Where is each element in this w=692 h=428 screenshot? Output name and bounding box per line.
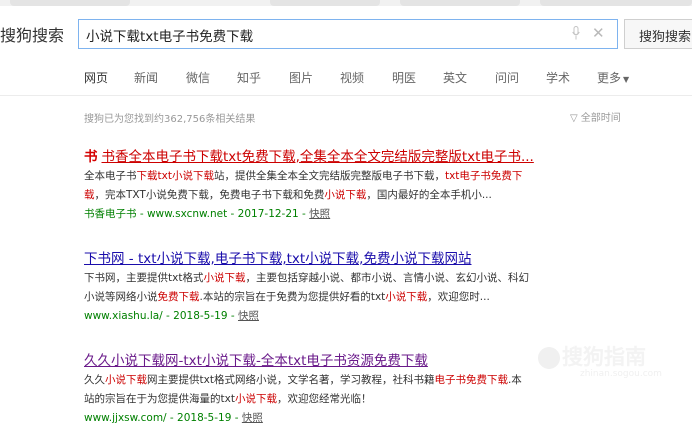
result-item: 下书网 - txt小说下载,电子书下载,txt小说下载,免费小说下载网站 下书网… bbox=[84, 247, 624, 325]
cache-link[interactable]: 快照 bbox=[238, 310, 259, 322]
snippet-highlight: 小说下载 bbox=[234, 393, 277, 405]
tab-video[interactable]: 视频 bbox=[340, 69, 364, 86]
clear-icon[interactable]: ✕ bbox=[592, 24, 605, 42]
tab-more-label: 更多 bbox=[597, 71, 622, 85]
snippet-highlight: 小说下载 bbox=[203, 272, 246, 284]
tab-zhihu[interactable]: 知乎 bbox=[237, 69, 261, 86]
snippet-text: 下书网，主要提供txt格式 bbox=[84, 272, 204, 284]
browser-tab[interactable] bbox=[10, 0, 130, 6]
result-url: www.jjxsw.com/ - 2018-5-19 - 快照 bbox=[84, 409, 624, 427]
search-box[interactable]: 小说下载txt电子书免费下载 ✕ bbox=[78, 19, 618, 49]
result-url: www.xiashu.la/ - 2018-5-19 - 快照 bbox=[84, 307, 624, 325]
result-title-link[interactable]: 书书香全本电子书下载txt免费下载,全集全本全文完结版完整版txt电子书... bbox=[84, 145, 624, 165]
result-item: 书书香全本电子书下载txt免费下载,全集全本全文完结版完整版txt电子书... … bbox=[84, 145, 624, 223]
result-url-text: 书香电子书 - www.sxcnw.net - 2017-12-21 - bbox=[84, 208, 310, 220]
paw-icon bbox=[538, 347, 560, 369]
snippet-text: .本 bbox=[507, 374, 522, 386]
snippet-text: 小说等网络小说 bbox=[84, 291, 158, 303]
chevron-down-icon: ▼ bbox=[623, 75, 630, 84]
book-icon: 书 bbox=[84, 149, 98, 165]
browser-tab-strip bbox=[0, 0, 692, 6]
tab-web[interactable]: 网页 bbox=[84, 69, 108, 86]
tab-medical[interactable]: 明医 bbox=[392, 69, 416, 86]
snippet-highlight: txt电子书免费下 bbox=[444, 170, 523, 182]
snippet-text: ，完本TXT小说免费下载，免费电子书下载和免费 bbox=[94, 189, 325, 201]
watermark-text: 搜狗指南 bbox=[562, 345, 646, 369]
filter-icon: ▽ bbox=[570, 113, 578, 124]
divider bbox=[0, 95, 692, 96]
tab-more[interactable]: 更多 ▼ bbox=[597, 69, 629, 86]
search-button[interactable]: 搜狗搜索 bbox=[624, 19, 692, 49]
snippet-highlight: 下载txt小说下载 bbox=[136, 170, 214, 182]
snippet-text: 站的宗旨在于为您提供海量的txt bbox=[84, 393, 235, 405]
snippet-highlight: 电子书免费下载 bbox=[434, 374, 508, 386]
result-title-link[interactable]: 下书网 - txt小说下载,电子书下载,txt小说下载,免费小说下载网站 bbox=[84, 247, 624, 267]
snippet-text: 久久 bbox=[84, 374, 105, 386]
tab-scholar[interactable]: 学术 bbox=[546, 69, 570, 86]
snippet-highlight: 载 bbox=[84, 189, 95, 201]
result-stats: 搜狗已为您找到约362,756条相关结果 bbox=[84, 114, 256, 125]
tab-images[interactable]: 图片 bbox=[289, 69, 313, 86]
snippet-text: ，欢迎您时... bbox=[427, 291, 490, 303]
search-input[interactable]: 小说下载txt电子书免费下载 bbox=[86, 25, 253, 45]
result-url-text: www.xiashu.la/ - 2018-5-19 - bbox=[84, 310, 238, 322]
tab-wenwen[interactable]: 问问 bbox=[495, 69, 519, 86]
result-snippet: 久久小说下载网主要提供txt格式网络小说，文学名著，学习教程，社科书籍电子书免费… bbox=[84, 371, 624, 409]
tab-english[interactable]: 英文 bbox=[443, 69, 467, 86]
result-url-text: www.jjxsw.com/ - 2018-5-19 - bbox=[84, 412, 242, 424]
snippet-text: 全本电子书 bbox=[84, 170, 137, 182]
tab-weixin[interactable]: 微信 bbox=[186, 69, 210, 86]
brand-logo[interactable]: 搜狗搜索 bbox=[0, 22, 64, 46]
snippet-text: ，主要包括穿越小说、都市小说、言情小说、玄幻小说、科幻 bbox=[245, 272, 529, 284]
snippet-text: ，国内最好的全本手机小... bbox=[366, 189, 492, 201]
snippet-highlight: 小说下载 bbox=[385, 291, 428, 303]
snippet-text: 站，提供全集全本全文完结版完整版电子书下载， bbox=[213, 170, 445, 182]
snippet-text: ，欢迎您经常光临！ bbox=[276, 393, 372, 405]
microphone-icon[interactable] bbox=[572, 26, 580, 40]
result-snippet: 下书网，主要提供txt格式小说下载，主要包括穿越小说、都市小说、言情小说、玄幻小… bbox=[84, 269, 624, 307]
snippet-text: 网主要提供txt格式网络小说，文学名著，学习教程，社科书籍 bbox=[147, 374, 435, 386]
time-filter[interactable]: ▽ 全部时间 bbox=[570, 109, 621, 124]
snippet-highlight: 小说下载 bbox=[324, 189, 367, 201]
result-snippet: 全本电子书下载txt小说下载站，提供全集全本全文完结版完整版电子书下载，txt电… bbox=[84, 167, 624, 205]
cache-link[interactable]: 快照 bbox=[309, 208, 330, 220]
browser-tab[interactable] bbox=[270, 0, 380, 6]
result-title-text: 书香全本电子书下载txt免费下载,全集全本全文完结版完整版txt电子书... bbox=[101, 149, 534, 165]
result-url: 书香电子书 - www.sxcnw.net - 2017-12-21 - 快照 bbox=[84, 205, 624, 223]
browser-tab[interactable] bbox=[400, 0, 520, 6]
tab-news[interactable]: 新闻 bbox=[134, 69, 158, 86]
snippet-highlight: 小说下载 bbox=[105, 374, 147, 386]
browser-tab[interactable] bbox=[540, 0, 692, 6]
time-filter-label: 全部时间 bbox=[580, 113, 621, 124]
cache-link[interactable]: 快照 bbox=[242, 412, 263, 424]
watermark-url: zhinan.sogou.com bbox=[580, 369, 662, 379]
watermark: 搜狗指南 bbox=[538, 341, 646, 371]
snippet-text: .本站的宗旨在于免费为您提供好看的txt bbox=[199, 291, 386, 303]
snippet-highlight: 免费下载 bbox=[157, 291, 200, 303]
